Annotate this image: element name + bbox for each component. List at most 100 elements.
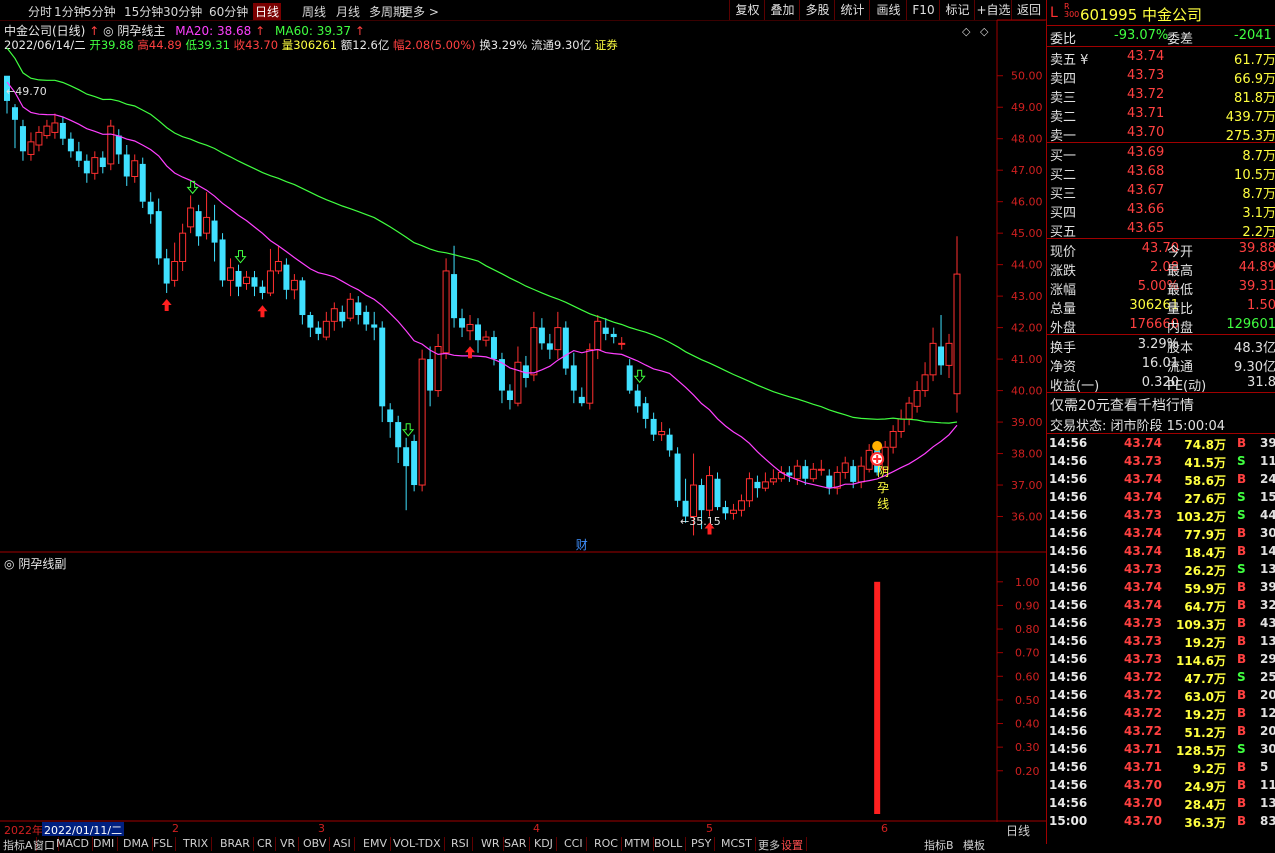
- ask-row[interactable]: 卖四 43.73 66.9万: [1047, 67, 1275, 87]
- candle-body: [187, 207, 195, 228]
- tick-time: 14:56: [1049, 670, 1088, 684]
- tick-volume: 51.2万: [1184, 726, 1226, 740]
- candle: [315, 321, 322, 341]
- sub-tick-label: 0.90: [1015, 599, 1040, 612]
- indicator-tab-19[interactable]: ROC: [591, 837, 622, 851]
- bid-volume: 8.7万: [1242, 187, 1275, 202]
- candle: [538, 318, 545, 350]
- candle-body: [75, 151, 82, 161]
- tick-count: 13: [1260, 634, 1275, 648]
- layout-diamond-icon[interactable]: ◇: [980, 25, 989, 38]
- bid-row[interactable]: 买二 43.68 10.5万: [1047, 163, 1275, 183]
- financial-report-icon[interactable]: 财: [576, 538, 588, 552]
- indicator-tab-15[interactable]: WR: [478, 837, 504, 851]
- ask-row[interactable]: 卖三 43.72 81.8万: [1047, 86, 1275, 106]
- indicator-tab-6[interactable]: TRIX: [180, 837, 213, 851]
- candle-body: [490, 337, 497, 360]
- price-tick-label: 36.00: [1011, 511, 1043, 524]
- indicator-tab-4[interactable]: DMA: [120, 837, 153, 851]
- tick-volume: 18.4万: [1184, 546, 1226, 560]
- bid-row[interactable]: 买一 43.69 8.7万: [1047, 144, 1275, 164]
- settings-diamond-icon[interactable]: ◇: [962, 25, 971, 38]
- tick-count: 30: [1260, 526, 1275, 540]
- tick-time: 14:56: [1049, 688, 1088, 702]
- ask-row[interactable]: 卖五 ¥ 43.74 61.7万: [1047, 48, 1275, 68]
- bid-row[interactable]: 买五 43.65 2.2万: [1047, 220, 1275, 240]
- candle: [442, 258, 450, 360]
- candle: [570, 352, 577, 404]
- tick-volume: 128.5万: [1176, 744, 1226, 758]
- bid-row[interactable]: 买四 43.66 3.1万: [1047, 201, 1275, 221]
- candle-body: [538, 327, 545, 344]
- bid-row[interactable]: 买三 43.67 8.7万: [1047, 182, 1275, 202]
- indicator-tab-23[interactable]: MCST: [718, 837, 756, 851]
- indicator-tab-2[interactable]: MACD: [53, 837, 93, 851]
- ask-price: 43.70: [1127, 125, 1165, 140]
- sell-arrow-icon: [186, 180, 199, 195]
- candle: [259, 280, 266, 300]
- tick-row: 14:56 43.72 51.2万 B 20: [1047, 723, 1275, 741]
- tick-row: 14:56 43.73 19.2万 B 13: [1047, 633, 1275, 651]
- bid-volume: 8.7万: [1242, 149, 1275, 164]
- candle: [355, 296, 362, 325]
- indicator-tab-10[interactable]: OBV: [300, 837, 331, 851]
- ask-label: 卖三: [1050, 91, 1077, 106]
- candle: [107, 119, 115, 171]
- candle: [666, 428, 673, 457]
- indicator-tab-12[interactable]: EMV: [360, 837, 391, 851]
- indicator-tab-21[interactable]: BOLL: [651, 837, 687, 851]
- indicator-tab-17[interactable]: KDJ: [531, 837, 557, 851]
- indicator-tab-18[interactable]: CCI: [561, 837, 587, 851]
- promo-link[interactable]: 仅需20元查看千档行情: [1047, 394, 1275, 414]
- candle: [802, 459, 809, 486]
- indicator-b-tab[interactable]: 指标B: [924, 837, 954, 852]
- ask-row[interactable]: 卖一 43.70 275.3万: [1047, 124, 1275, 144]
- candle-body: [562, 327, 569, 369]
- sub-tick-label: 0.40: [1015, 718, 1040, 731]
- candle-body: [666, 434, 673, 451]
- indicator-tab-3[interactable]: DMI: [90, 837, 119, 851]
- tick-time: 14:56: [1049, 616, 1088, 630]
- indicator-tab-25[interactable]: 设置: [778, 837, 807, 852]
- indicator-tab-8[interactable]: CR: [254, 837, 277, 851]
- candle: [498, 352, 505, 404]
- candle: [459, 308, 466, 338]
- candle-body: [514, 361, 522, 404]
- candle: [379, 321, 386, 423]
- indicator-tab-9[interactable]: VR: [277, 837, 300, 851]
- indicator-tab-7[interactable]: BRAR: [217, 837, 254, 851]
- kline-chart[interactable]: 50.00 49.00 48.00 47.00 46.00 45.00 44.00 43.00…: [0, 0, 1046, 844]
- tick-price: 43.73: [1124, 562, 1162, 576]
- stat-label: 流通: [1167, 360, 1194, 375]
- candle: [346, 292, 354, 322]
- ask-row[interactable]: 卖二 43.71 439.7万: [1047, 105, 1275, 125]
- candle-body: [266, 270, 274, 294]
- stat-value: 39.88: [1238, 241, 1275, 256]
- candle-body: [722, 507, 729, 514]
- candle: [139, 157, 146, 208]
- tick-row: 14:56 43.71 9.2万 B 5: [1047, 759, 1275, 777]
- indicator-tab-11[interactable]: ASI: [330, 837, 355, 851]
- indicator-tab-5[interactable]: FSL: [150, 837, 177, 851]
- stat-label: 现价: [1050, 245, 1077, 260]
- candle-body: [578, 396, 585, 404]
- indicator-tab-13[interactable]: VOL-TDX: [390, 837, 445, 851]
- candle-body: [163, 258, 170, 284]
- tick-count: 39: [1260, 436, 1275, 450]
- indicator-tab-20[interactable]: MTM: [621, 837, 654, 851]
- indicator-tab-22[interactable]: PSY: [688, 837, 716, 851]
- tick-time: 14:56: [1049, 562, 1088, 576]
- candle: [299, 277, 306, 325]
- indicator-tab-14[interactable]: RSI: [448, 837, 473, 851]
- tick-time: 14:56: [1049, 652, 1088, 666]
- candle-body: [219, 239, 226, 281]
- quote-panel: L R 300 601995 中金公司 委比 -93.07% 委差 -2041 卖五 ¥ 43.…: [1046, 0, 1275, 844]
- tick-volume: 74.8万: [1184, 438, 1226, 452]
- candle-body: [482, 336, 490, 341]
- candle: [913, 381, 921, 413]
- indicator-tab-16[interactable]: SAR: [501, 837, 531, 851]
- candle-body: [35, 131, 43, 146]
- candle-body: [330, 308, 338, 322]
- tick-side: B: [1237, 706, 1247, 720]
- template-tab[interactable]: 模板: [963, 837, 985, 852]
